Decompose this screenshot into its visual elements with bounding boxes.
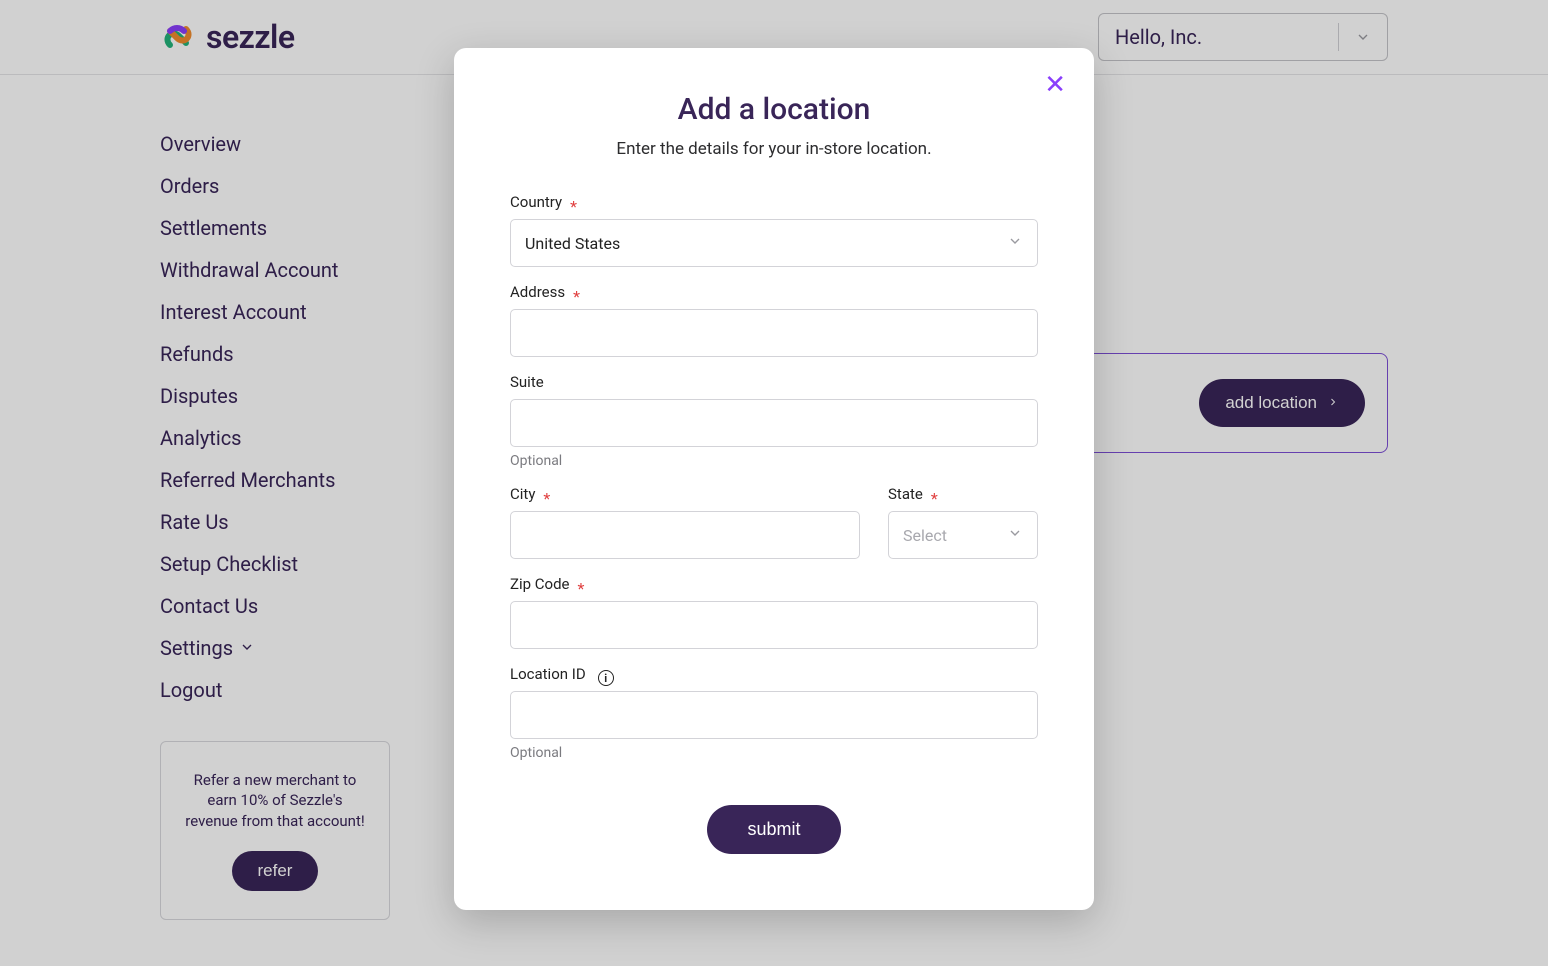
modal-subtitle: Enter the details for your in-store loca… [510,139,1038,159]
required-asterisk: * [573,287,580,306]
suite-hint: Optional [510,453,1038,469]
address-label: Address [510,283,565,301]
state-label: State [888,485,923,503]
address-input[interactable] [510,309,1038,357]
suite-label: Suite [510,373,544,391]
chevron-down-icon [1007,233,1023,253]
country-select-value: United States [525,234,620,253]
chevron-down-icon [1007,525,1023,545]
zip-label: Zip Code [510,575,570,593]
required-asterisk: * [570,197,577,216]
modal-title: Add a location [510,92,1038,127]
required-asterisk: * [543,489,550,508]
city-input[interactable] [510,511,860,559]
info-icon[interactable]: i [598,670,614,686]
required-asterisk: * [578,579,585,598]
location-id-input[interactable] [510,691,1038,739]
state-select[interactable]: Select [888,511,1038,559]
city-label: City [510,485,535,503]
location-id-label: Location ID [510,665,586,683]
country-select[interactable]: United States [510,219,1038,267]
zip-input[interactable] [510,601,1038,649]
suite-input[interactable] [510,399,1038,447]
state-select-placeholder: Select [903,526,947,545]
close-icon[interactable]: ✕ [1044,72,1066,98]
required-asterisk: * [931,489,938,508]
submit-button[interactable]: submit [707,805,840,854]
location-id-hint: Optional [510,745,1038,761]
modal-overlay[interactable]: ✕ Add a location Enter the details for y… [0,0,1548,966]
country-label: Country [510,193,562,211]
add-location-modal: ✕ Add a location Enter the details for y… [454,48,1094,910]
